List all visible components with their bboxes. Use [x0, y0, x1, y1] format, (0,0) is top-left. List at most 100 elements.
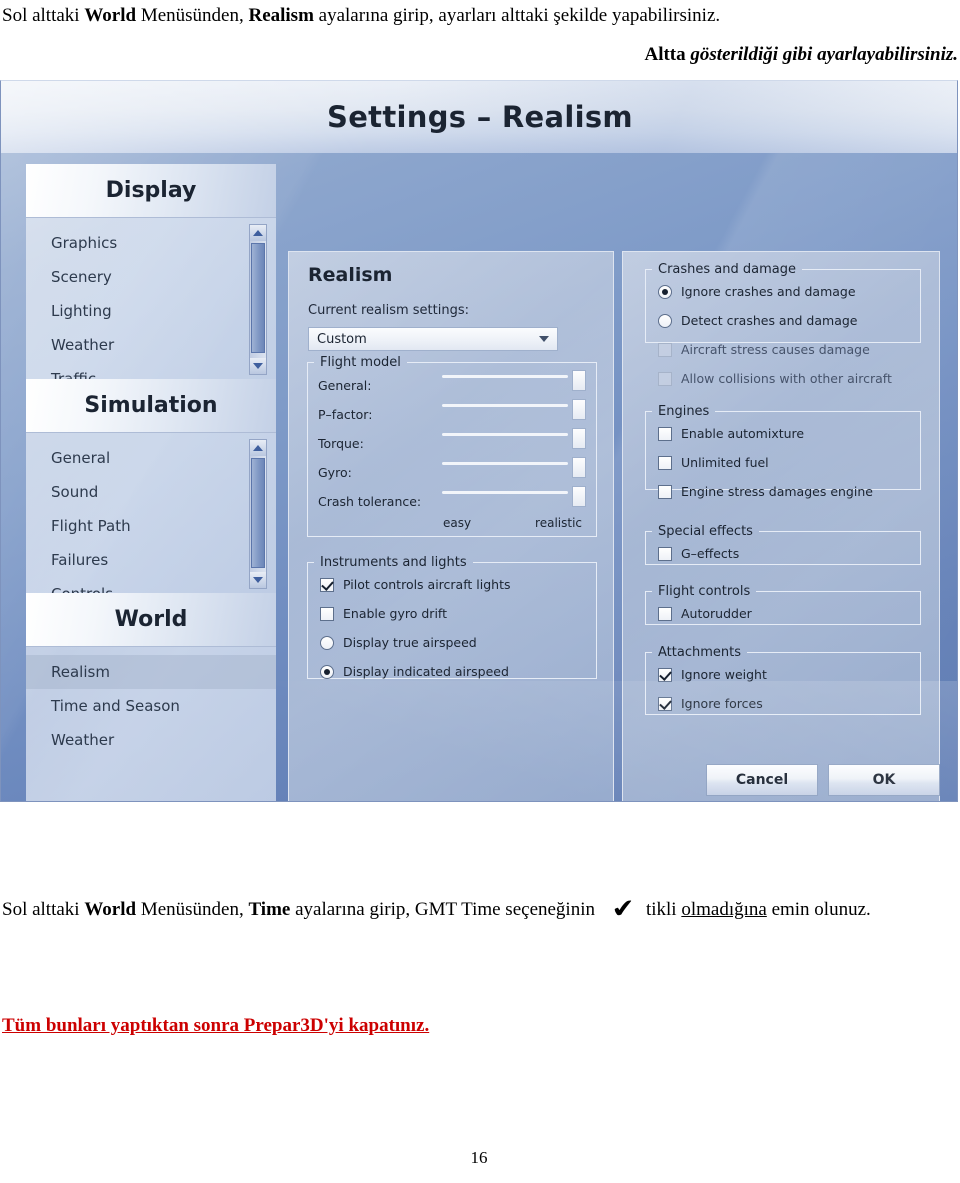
option-ignore-weight[interactable]: Ignore weight	[646, 660, 920, 689]
option-label: Display true airspeed	[343, 635, 477, 650]
sidebar-item-weather-world[interactable]: Weather	[26, 723, 276, 757]
sidebar-item-weather[interactable]: Weather	[26, 328, 276, 362]
sidebar-item-controls[interactable]: Controls	[26, 577, 276, 593]
slider-row-p-factor[interactable]: P–factor:	[308, 399, 596, 428]
bottom-text-b: Menüsünden,	[136, 899, 249, 920]
option-label: Pilot controls aircraft lights	[343, 577, 511, 592]
option-display-indicated-airspeed[interactable]: Display indicated airspeed	[308, 657, 596, 686]
checkbox-icon[interactable]	[658, 696, 672, 711]
sidebar-item-lighting[interactable]: Lighting	[26, 294, 276, 328]
checkbox-icon[interactable]	[658, 426, 672, 441]
group-special-effects: Special effects G–effects	[645, 524, 921, 565]
intro-text-b: Menüsünden,	[136, 5, 249, 26]
option-label: Ignore forces	[681, 696, 763, 711]
scrollbar-thumb[interactable]	[251, 243, 265, 353]
option-label: Aircraft stress causes damage	[681, 342, 870, 357]
option-ignore-forces[interactable]: Ignore forces	[646, 689, 920, 718]
scale-min-label: easy	[443, 516, 472, 530]
sidebar-item-time-and-season[interactable]: Time and Season	[26, 689, 276, 723]
sidebar-scrollbar-simulation[interactable]	[249, 439, 267, 589]
scroll-down-arrow-icon[interactable]	[250, 358, 266, 374]
slider-knob[interactable]	[572, 428, 586, 449]
slider-row-gyro[interactable]: Gyro:	[308, 457, 596, 486]
slider-knob[interactable]	[572, 399, 586, 420]
option-enable-gyro-drift[interactable]: Enable gyro drift	[308, 599, 596, 628]
option-unlimited-fuel[interactable]: Unlimited fuel	[646, 448, 920, 477]
sidebar-item-graphics[interactable]: Graphics	[26, 226, 276, 260]
option-enable-automixture[interactable]: Enable automixture	[646, 419, 920, 448]
scroll-down-arrow-icon[interactable]	[250, 572, 266, 588]
slider-track[interactable]	[442, 433, 568, 436]
group-legend: Engines	[658, 404, 710, 419]
sidebar-list-world: Realism Time and Season Weather	[26, 647, 276, 801]
option-pilot-controls-aircraft-lights[interactable]: Pilot controls aircraft lights	[308, 570, 596, 599]
option-label: Autorudder	[681, 606, 752, 621]
slider-row-torque[interactable]: Torque:	[308, 428, 596, 457]
slider-row-general[interactable]: General:	[308, 370, 596, 399]
checkbox-icon[interactable]	[658, 606, 672, 621]
sidebar-item-failures[interactable]: Failures	[26, 543, 276, 577]
checkbox-icon[interactable]	[658, 546, 672, 561]
group-engines: Engines Enable automixture Unlimited fue…	[645, 404, 921, 499]
cancel-button[interactable]: Cancel	[706, 764, 818, 796]
slider-knob[interactable]	[572, 457, 586, 478]
radio-icon[interactable]	[658, 284, 672, 299]
realism-preset-select[interactable]: Custom	[308, 327, 558, 351]
red-warning-note: Tüm bunları yaptıktan sonra Prepar3D'yi …	[2, 1015, 430, 1036]
intro-right-bold: Altta	[644, 44, 686, 65]
slider-track[interactable]	[442, 491, 568, 494]
group-legend: Special effects	[658, 524, 753, 539]
group-legend: Crashes and damage	[658, 262, 796, 277]
sidebar-scrollbar-display[interactable]	[249, 224, 267, 375]
sidebar-item-sound[interactable]: Sound	[26, 475, 276, 509]
option-g-effects[interactable]: G–effects	[646, 539, 920, 568]
intro-bold-world: World	[84, 5, 137, 26]
slider-label: Crash tolerance:	[318, 494, 422, 509]
option-label: Allow collisions with other aircraft	[681, 371, 892, 386]
slider-track[interactable]	[442, 404, 568, 407]
sidebar-item-general[interactable]: General	[26, 441, 276, 475]
group-legend: Flight controls	[658, 584, 751, 599]
checkbox-icon[interactable]	[320, 606, 334, 621]
group-crashes-and-damage: Crashes and damage Ignore crashes and da…	[645, 262, 921, 386]
radio-icon[interactable]	[658, 313, 672, 328]
scale-max-label: realistic	[535, 516, 582, 530]
intro-right-italic: gösterildiği gibi ayarlayabilirsiniz.	[690, 44, 958, 65]
option-autorudder[interactable]: Autorudder	[646, 599, 920, 628]
intro-text-c: ayalarına girip, ayarları alttaki şekild…	[313, 5, 721, 26]
option-label: G–effects	[681, 546, 740, 561]
sidebar-group-header-simulation[interactable]: Simulation	[26, 379, 276, 433]
chevron-down-icon	[539, 336, 549, 342]
option-label: Enable automixture	[681, 426, 805, 441]
slider-track[interactable]	[442, 462, 568, 465]
group-flight-controls: Flight controls Autorudder	[645, 584, 921, 625]
option-label: Enable gyro drift	[343, 606, 447, 621]
slider-row-crash-tolerance[interactable]: Crash tolerance:	[308, 486, 596, 515]
scroll-up-arrow-icon[interactable]	[250, 225, 266, 241]
sidebar-item-flight-path[interactable]: Flight Path	[26, 509, 276, 543]
checkbox-icon	[658, 342, 672, 357]
scrollbar-thumb[interactable]	[251, 458, 265, 568]
sidebar-item-realism[interactable]: Realism	[26, 655, 276, 689]
slider-track[interactable]	[442, 375, 568, 378]
checkbox-icon[interactable]	[658, 667, 672, 682]
option-ignore-crashes-and-damage[interactable]: Ignore crashes and damage	[646, 277, 920, 306]
slider-knob[interactable]	[572, 486, 586, 507]
checkbox-icon[interactable]	[658, 484, 672, 499]
checkbox-icon[interactable]	[658, 455, 672, 470]
option-detect-crashes-and-damage[interactable]: Detect crashes and damage	[646, 306, 920, 335]
option-display-true-airspeed[interactable]: Display true airspeed	[308, 628, 596, 657]
radio-icon[interactable]	[320, 664, 334, 679]
group-attachments: Attachments Ignore weight Ignore forces	[645, 645, 921, 715]
radio-icon[interactable]	[320, 635, 334, 650]
sidebar-list-simulation: General Sound Flight Path Failures Contr…	[26, 433, 276, 593]
sidebar-item-scenery[interactable]: Scenery	[26, 260, 276, 294]
ok-button[interactable]: OK	[828, 764, 940, 796]
slider-knob[interactable]	[572, 370, 586, 391]
scroll-up-arrow-icon[interactable]	[250, 440, 266, 456]
option-engine-stress-damages-engine[interactable]: Engine stress damages engine	[646, 477, 920, 506]
sidebar-group-header-display[interactable]: Display	[26, 164, 276, 218]
sidebar-item-traffic[interactable]: Traffic	[26, 362, 276, 379]
sidebar-group-header-world[interactable]: World	[26, 593, 276, 647]
checkbox-icon[interactable]	[320, 577, 334, 592]
